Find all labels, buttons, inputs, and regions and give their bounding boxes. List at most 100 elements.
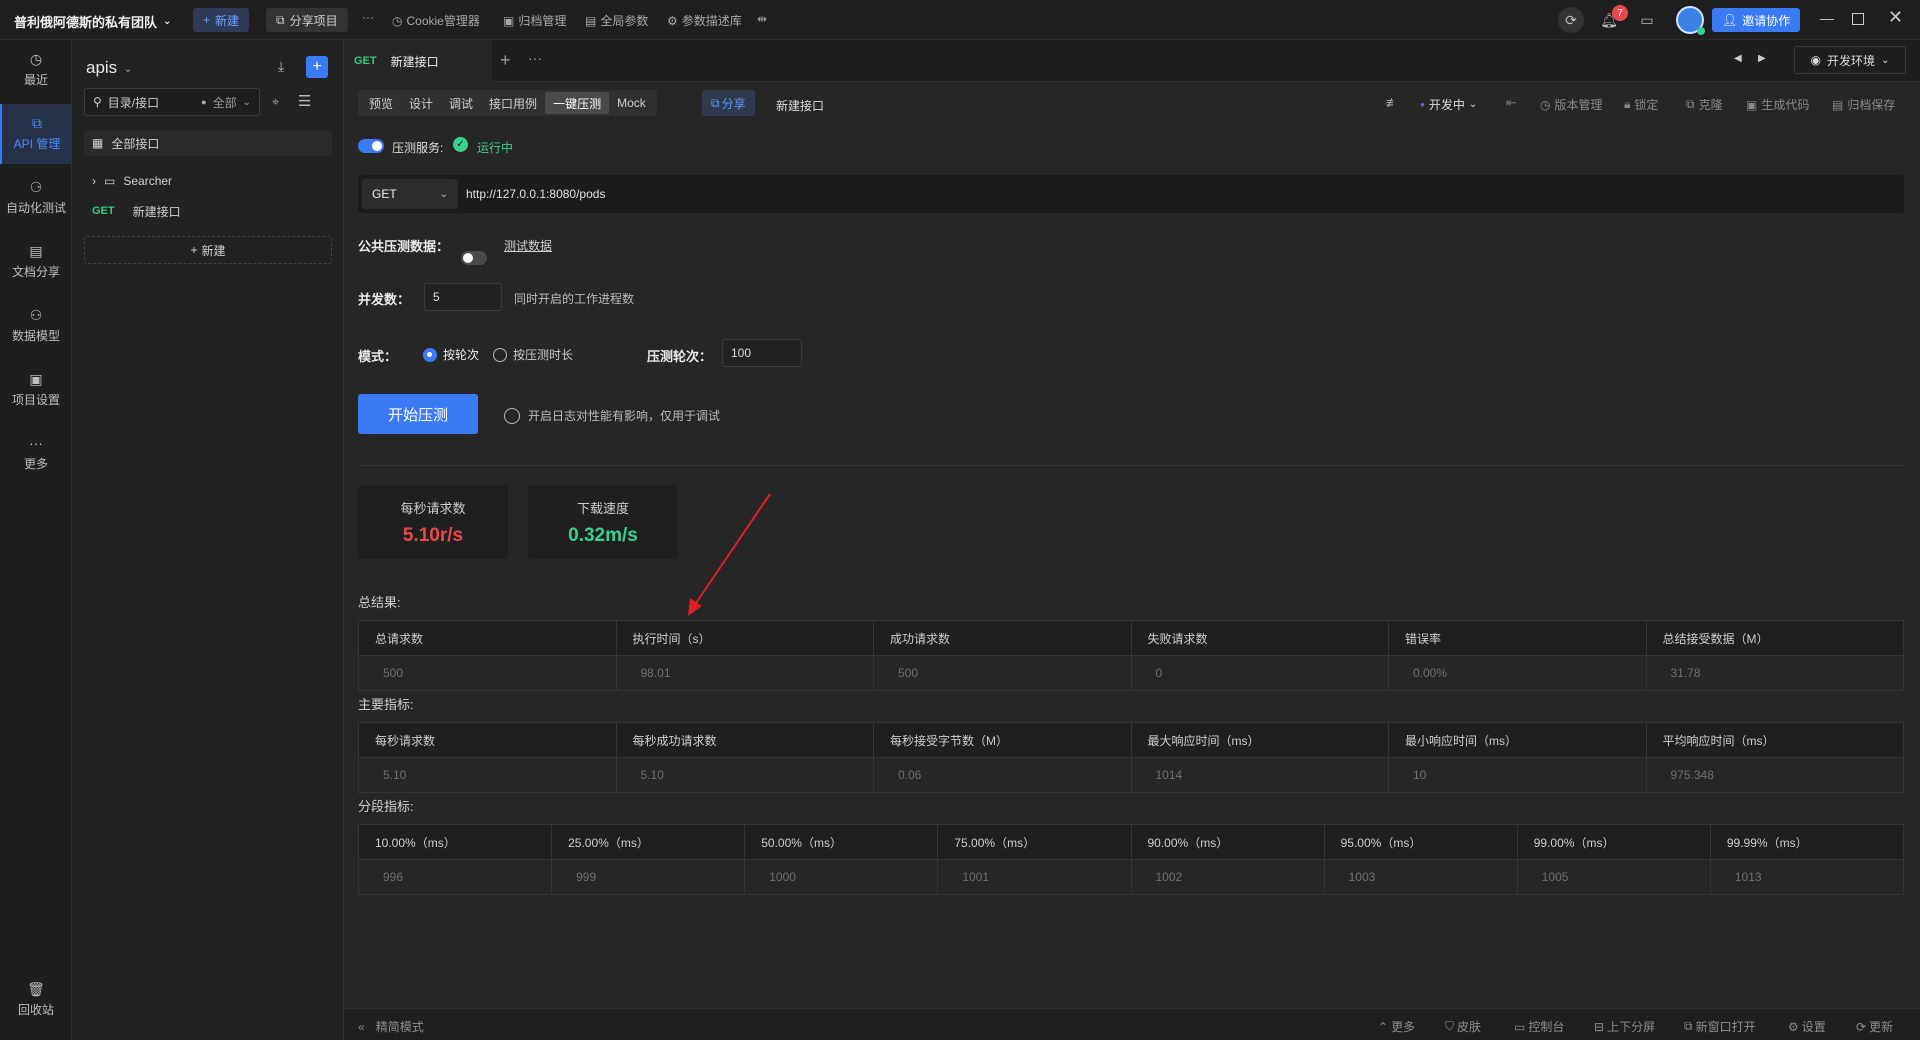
more-icon[interactable]: ··· [528,50,542,66]
format-icon[interactable]: ≢ [1386,95,1399,110]
invite-button[interactable]: 👤︎ 邀请协作 [1712,8,1801,32]
tab-prev-icon[interactable]: ◀ [1734,53,1742,64]
nav-item-trash[interactable]: 🗑︎ 回收站 [0,970,72,1030]
share-icon: ⧉ [276,12,285,27]
mode-radio-duration[interactable]: 按压测时长 [493,346,573,363]
tab-design[interactable]: 设计 [401,92,441,114]
team-switcher[interactable]: 普利俄阿德斯的私有团队 ⌄ [14,12,171,31]
nav-item-more[interactable]: ··· 更多 [0,424,72,484]
table-cell: 1001 [937,859,1132,895]
service-status: 运行中 [477,141,514,155]
document-icon[interactable]: ▭ [1634,7,1660,33]
rounds-input[interactable]: 100 [722,339,802,367]
nav-item-docs[interactable]: ▤ 文档分享 [0,232,72,292]
environment-select[interactable]: ◉ 开发环境 ⌄ [1794,46,1906,74]
minimize-icon[interactable]: — [1820,10,1834,26]
indent-icon[interactable]: ⇤ [1506,95,1517,111]
request-url-bar: GET ⌄ http://127.0.0.1:8080/pods [358,175,1904,213]
new-item-button[interactable]: + 新建 [84,236,332,264]
project-switcher[interactable]: apis ⌄ [86,58,132,78]
filter-label[interactable]: 全部 [213,94,237,111]
tool-label: 归档保存 [1847,98,1896,112]
clone-button[interactable]: ⧉ 克隆 [1686,96,1723,113]
footer-settings-button[interactable]: ⚙ 设置 [1788,1018,1826,1035]
status-select[interactable]: ● 开发中 ⌄ [1420,96,1477,113]
tree-label: 全部接口 [111,136,160,151]
nav-item-recent[interactable]: ◷ 最近 [0,40,72,100]
generate-code-button[interactable]: ▣ 生成代码 [1746,96,1809,113]
footer-more-button[interactable]: ⌃ 更多 [1378,1018,1415,1035]
table-header-cell: 总请求数 [358,620,617,656]
param-desc-link[interactable]: ⚙ 参数描述库 [667,12,742,29]
add-button[interactable]: + [306,56,328,78]
start-stress-button[interactable]: 开始压测 [358,394,478,434]
tab-stress-test[interactable]: 一键压测 [545,92,610,114]
tab-debug[interactable]: 调试 [441,92,481,114]
mode-radio-rounds[interactable]: 按轮次 [423,346,479,363]
concurrency-input[interactable]: 5 [424,283,502,311]
log-toggle[interactable]: 开启日志对性能有影响，仅用于调试 [504,407,720,424]
nav-label: 最近 [23,73,48,87]
concurrency-label: 并发数： [358,292,411,307]
tab-next-icon[interactable]: ▶ [1758,53,1766,64]
tree-folder-searcher[interactable]: › ▭ Searcher [84,168,332,194]
locate-icon[interactable]: ⌖ [272,94,279,110]
cookie-manager-label: Cookie管理器 [406,14,480,28]
table-header-cell: 75.00%（ms） [937,824,1132,860]
add-tab-icon[interactable]: + [500,50,511,71]
footer-console-button[interactable]: ▭ 控制台 [1514,1018,1564,1035]
share-button[interactable]: ⧉ 分享 [702,90,755,116]
document-icon: ▤ [29,243,43,259]
close-icon[interactable]: ✕ [1888,7,1903,28]
nav-item-api[interactable]: ⧉ API 管理 [0,104,72,164]
document-tabs: GET 新建接口 + ··· ◀ ▶ ◉ 开发环境 ⌄ [344,40,1920,82]
nav-item-settings[interactable]: ▣ 项目设置 [0,360,72,420]
cookie-manager-link[interactable]: ◷ Cookie管理器 [392,12,480,29]
share-project-button[interactable]: ⧉ 分享项目 [266,8,348,32]
lock-button[interactable]: 🔒︎ 锁定 [1624,96,1658,113]
new-item-label: 新建 [201,243,226,258]
footer-label: 控制台 [1528,1020,1565,1034]
maximize-icon[interactable] [1852,13,1864,25]
tree-item-new-api[interactable]: GET 新建接口 [84,198,332,224]
table-row: 5.10 5.10 0.06 1014 10 975.348 [358,757,1904,793]
tab-preview[interactable]: 预览 [361,92,401,114]
import-icon[interactable]: ⤓ [278,58,284,75]
tree-label: 新建接口 [132,204,181,219]
test-data-link[interactable]: 测试数据 [504,237,552,254]
search-placeholder: 目录/接口 [107,95,160,110]
table-cell: 10 [1388,757,1647,793]
footer-skin-button[interactable]: ⛉ 皮肤 [1445,1018,1481,1035]
simple-mode-button[interactable]: « 精简模式 [358,1018,424,1035]
stat-label: 下载速度 [576,500,629,516]
tab-cases[interactable]: 接口用例 [481,92,545,114]
new-button[interactable]: + 新建 [193,8,250,32]
nav-item-data-model[interactable]: ⚇ 数据模型 [0,296,72,356]
radio-label: 按压测时长 [513,348,574,362]
tree-label: Searcher [123,174,173,188]
tab-mock[interactable]: Mock [609,92,654,114]
footer-update-button[interactable]: ⟳ 更新 [1856,1018,1893,1035]
version-manager-button[interactable]: ◷ 版本管理 [1540,96,1603,113]
more-icon[interactable]: ··· [362,10,374,24]
public-data-toggle[interactable] [461,251,487,265]
tab-new-api[interactable]: GET 新建接口 [344,40,492,82]
stress-service-toggle[interactable] [358,139,384,153]
archive-save-button[interactable]: ▤ 归档保存 [1832,96,1895,113]
footer-label: 更新 [1869,1020,1894,1034]
sync-icon[interactable]: ⟳ [1558,7,1584,33]
nav-item-automation[interactable]: ⚆ 自动化测试 [0,168,72,228]
sort-icon[interactable]: ☰ [298,92,311,110]
footer-split-button[interactable]: ⊟ 上下分屏 [1594,1018,1655,1035]
expand-icon[interactable]: ⇹ [757,12,767,26]
method-select[interactable]: GET ⌄ [362,179,458,209]
search-input[interactable]: ⚲ 目录/接口 ● 全部 ⌄ [84,88,260,116]
global-params-link[interactable]: ▤ 全局参数 [585,12,648,29]
url-input[interactable]: http://127.0.0.1:8080/pods [466,187,605,201]
method-badge: GET [92,205,115,217]
footer-new-window-button[interactable]: ⧉ 新窗口打开 [1684,1018,1756,1035]
nav-label: 自动化测试 [5,201,66,215]
archive-manager-link[interactable]: ▣ 归档管理 [503,12,566,29]
tree-item-all[interactable]: ▦ 全部接口 [84,130,332,156]
radio-icon [493,347,507,362]
